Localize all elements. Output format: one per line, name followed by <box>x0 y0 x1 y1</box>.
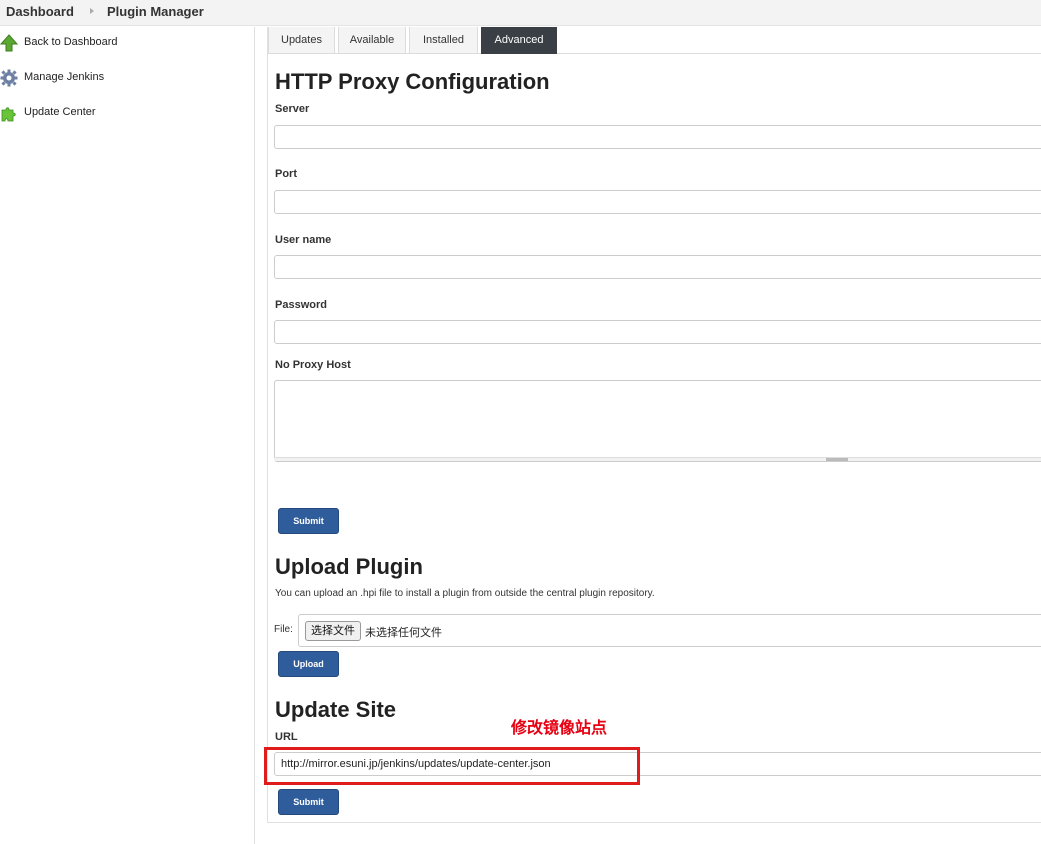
proxy-section-title: HTTP Proxy Configuration <box>275 69 550 94</box>
up-arrow-icon <box>0 34 19 52</box>
no-proxy-host-label: No Proxy Host <box>275 359 351 371</box>
breadcrumb-separator-icon <box>90 8 94 14</box>
username-label: User name <box>275 234 332 246</box>
update-site-title: Update Site <box>275 697 397 722</box>
no-file-chosen-text: 未选择任何文件 <box>365 627 442 639</box>
file-label: File: <box>274 624 293 635</box>
tab-bar: Updates Available Installed Advanced <box>268 27 1041 54</box>
tab-advanced[interactable]: Advanced <box>481 27 557 54</box>
textarea-resize-handle[interactable] <box>274 457 1041 461</box>
choose-file-button[interactable]: 选择文件 <box>305 621 361 641</box>
password-label: Password <box>275 299 327 311</box>
sidebar-item-label: Manage Jenkins <box>24 71 105 83</box>
breadcrumb: Dashboard Plugin Manager <box>0 0 1041 26</box>
port-label: Port <box>275 168 297 180</box>
proxy-submit-button[interactable]: Submit <box>278 508 339 534</box>
server-input[interactable] <box>274 125 1041 149</box>
sidebar-item-update-center[interactable]: Update Center <box>0 103 250 123</box>
sidebar-item-label: Back to Dashboard <box>24 36 118 48</box>
password-input[interactable] <box>274 320 1041 344</box>
breadcrumb-plugin-manager[interactable]: Plugin Manager <box>107 4 204 19</box>
url-label: URL <box>275 731 298 743</box>
upload-section-title: Upload Plugin <box>275 554 423 579</box>
server-label: Server <box>275 103 310 115</box>
tab-available[interactable]: Available <box>338 27 406 54</box>
update-site-submit-button[interactable]: Submit <box>278 789 339 815</box>
annotation-highlight-box <box>264 747 640 785</box>
sidebar-item-manage-jenkins[interactable]: Manage Jenkins <box>0 68 250 88</box>
username-input[interactable] <box>274 255 1041 279</box>
no-proxy-host-textarea[interactable] <box>274 380 1041 462</box>
tab-installed[interactable]: Installed <box>409 27 478 54</box>
tab-updates[interactable]: Updates <box>268 27 335 54</box>
breadcrumb-dashboard-link[interactable]: Dashboard <box>6 4 74 19</box>
gear-icon <box>0 69 18 87</box>
upload-button[interactable]: Upload <box>278 651 339 677</box>
sidebar-item-back-to-dashboard[interactable]: Back to Dashboard <box>0 33 250 53</box>
file-row: File: 选择文件 未选择任何文件 <box>274 613 1041 647</box>
sidebar-item-label: Update Center <box>24 106 96 118</box>
annotation-text: 修改镜像站点 <box>511 720 608 737</box>
port-input[interactable] <box>274 190 1041 214</box>
upload-description: You can upload an .hpi file to install a… <box>275 588 655 599</box>
puzzle-icon <box>0 104 18 122</box>
plugin-manager-panel: Updates Available Installed Advanced HTT… <box>264 27 1041 823</box>
file-input[interactable]: 选择文件 未选择任何文件 <box>298 614 1041 647</box>
sidebar: Back to Dashboard Manage Jenkins Update … <box>0 27 255 844</box>
